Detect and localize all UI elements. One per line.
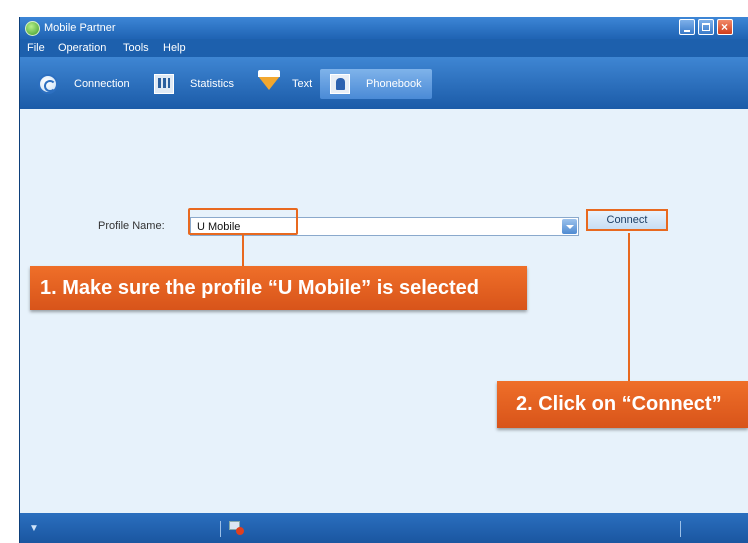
tab-connection[interactable]: Connection: [34, 69, 140, 99]
status-divider: [220, 521, 221, 537]
statistics-icon: [154, 74, 174, 94]
profile-highlight-box: [188, 208, 298, 235]
callout-connector-2: [628, 233, 630, 381]
signal-strength-icon: ▼: [29, 523, 39, 534]
tab-text[interactable]: Text: [256, 69, 316, 99]
minimize-button[interactable]: [679, 19, 695, 35]
minimize-icon: [684, 30, 690, 32]
status-bar: ▼: [20, 513, 748, 543]
callout-step-2: 2. Click on “Connect”: [497, 381, 748, 428]
menu-bar: File Operation Tools Help: [20, 39, 748, 57]
connection-icon: [38, 74, 58, 94]
network-disconnected-icon: [229, 521, 245, 535]
menu-tools[interactable]: Tools: [123, 42, 149, 54]
tab-phonebook[interactable]: Phonebook: [320, 69, 432, 99]
title-bar: Mobile Partner ×: [20, 17, 748, 39]
app-logo-icon: [25, 21, 40, 36]
tab-text-label: Text: [292, 78, 313, 90]
close-button[interactable]: ×: [717, 19, 733, 35]
phonebook-icon: [330, 74, 350, 94]
tab-phonebook-label: Phonebook: [366, 78, 422, 90]
connect-button[interactable]: Connect: [586, 209, 668, 231]
profile-name-label: Profile Name:: [98, 220, 165, 232]
tab-connection-label: Connection: [74, 78, 130, 90]
close-icon: ×: [721, 20, 729, 34]
menu-operation[interactable]: Operation: [58, 42, 106, 54]
callout-step-1: 1. Make sure the profile “U Mobile” is s…: [30, 266, 527, 310]
tab-toolbar: Connection Statistics Text Phonebook: [20, 57, 748, 109]
status-divider: [680, 521, 681, 537]
menu-file[interactable]: File: [27, 42, 45, 54]
window-title: Mobile Partner: [44, 22, 116, 34]
text-envelope-icon: [258, 70, 280, 90]
maximize-icon: [702, 23, 710, 31]
callout-connector-1: [242, 235, 244, 266]
tab-statistics[interactable]: Statistics: [148, 69, 248, 99]
chevron-down-icon[interactable]: [562, 219, 577, 234]
menu-help[interactable]: Help: [163, 42, 186, 54]
main-content: Profile Name: U Mobile: [20, 109, 748, 513]
maximize-button[interactable]: [698, 19, 714, 35]
tab-statistics-label: Statistics: [190, 78, 235, 90]
